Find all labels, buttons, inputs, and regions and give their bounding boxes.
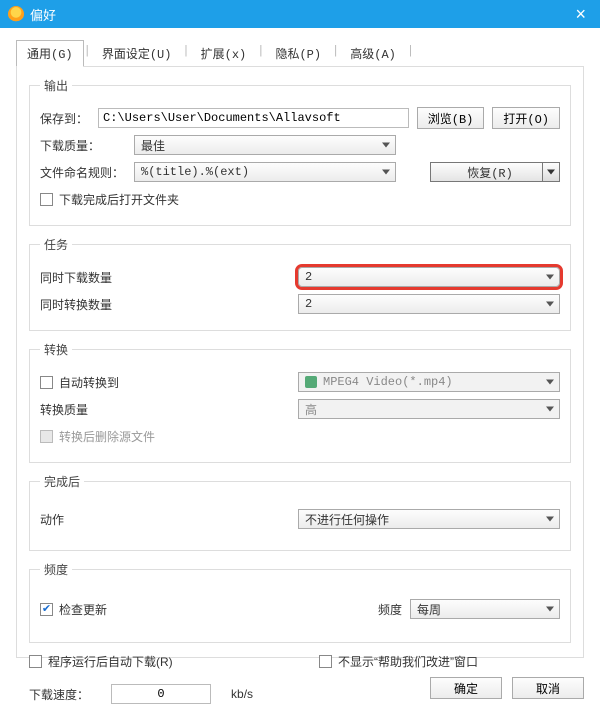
simultaneous-convert-select[interactable]: 2 xyxy=(298,294,560,314)
hide-improve-checkbox[interactable]: 不显示“帮助我们改进”窗口 xyxy=(319,653,478,670)
tab-separator: | xyxy=(407,40,414,67)
tab-ui[interactable]: 界面设定(U) xyxy=(91,40,183,67)
checkbox-box xyxy=(40,430,53,443)
group-frequency: 频度 ✔ 检查更新 频度 每周 xyxy=(29,561,571,643)
group-tasks-legend: 任务 xyxy=(40,236,72,253)
tab-separator: | xyxy=(332,40,339,67)
hide-improve-label: 不显示“帮助我们改进”窗口 xyxy=(338,653,478,670)
download-quality-select[interactable]: 最佳 xyxy=(134,135,396,155)
simultaneous-download-select[interactable]: 2 xyxy=(298,267,560,287)
checkbox-box xyxy=(40,193,53,206)
group-tasks: 任务 同时下载数量 2 同时转换数量 2 xyxy=(29,236,571,331)
save-to-label: 保存到： xyxy=(40,110,90,127)
download-speed-input[interactable] xyxy=(111,684,211,704)
auto-convert-checkbox[interactable]: 自动转换到 xyxy=(40,374,290,391)
simultaneous-convert-value: 2 xyxy=(305,297,312,311)
checkbox-box xyxy=(319,655,332,668)
frequency-select[interactable]: 每周 xyxy=(410,599,560,619)
close-button[interactable]: × xyxy=(569,5,592,23)
after-action-value: 不进行任何操作 xyxy=(305,511,389,528)
convert-format-value: MPEG4 Video(*.mp4) xyxy=(323,375,453,389)
open-button[interactable]: 打开(O) xyxy=(492,107,560,129)
auto-download-label: 程序运行后自动下载(R) xyxy=(48,653,173,670)
convert-quality-label: 转换质量 xyxy=(40,401,290,418)
convert-quality-value: 高 xyxy=(305,401,317,418)
download-quality-value: 最佳 xyxy=(141,137,165,154)
convert-quality-select[interactable]: 高 xyxy=(298,399,560,419)
tab-advanced[interactable]: 高级(A) xyxy=(339,40,407,67)
group-after-legend: 完成后 xyxy=(40,473,84,490)
download-quality-label: 下载质量： xyxy=(40,137,126,154)
tab-privacy[interactable]: 隐私(P) xyxy=(264,40,332,67)
naming-rule-label: 文件命名规则： xyxy=(40,164,126,181)
group-output: 输出 保存到： 浏览(B) 打开(O) 下载质量： 最佳 文件命名规则： %(t… xyxy=(29,77,571,226)
tab-separator: | xyxy=(84,40,91,67)
naming-rule-select[interactable]: %(title).%(ext) xyxy=(134,162,396,182)
checkbox-box xyxy=(29,655,42,668)
tab-extensions[interactable]: 扩展(x) xyxy=(190,40,258,67)
convert-format-select[interactable]: MPEG4 Video(*.mp4) xyxy=(298,372,560,392)
naming-rule-value: %(title).%(ext) xyxy=(141,165,249,179)
simultaneous-download-value: 2 xyxy=(305,270,312,284)
group-frequency-legend: 频度 xyxy=(40,561,72,578)
tab-separator: | xyxy=(257,40,264,67)
window-title: 偏好 xyxy=(30,5,569,24)
frequency-label: 频度 xyxy=(378,601,402,618)
group-convert: 转换 自动转换到 MPEG4 Video(*.mp4) 转换质量 高 转换后删除… xyxy=(29,341,571,463)
group-output-legend: 输出 xyxy=(40,77,72,94)
group-after: 完成后 动作 不进行任何操作 xyxy=(29,473,571,551)
tab-strip: 通用(G) | 界面设定(U) | 扩展(x) | 隐私(P) | 高级(A) … xyxy=(0,28,600,67)
download-speed-unit: kb/s xyxy=(231,687,253,701)
check-update-label: 检查更新 xyxy=(59,601,107,618)
video-format-icon xyxy=(305,376,317,388)
browse-button[interactable]: 浏览(B) xyxy=(417,107,485,129)
after-action-label: 动作 xyxy=(40,511,290,528)
checkbox-box: ✔ xyxy=(40,603,53,616)
save-to-input[interactable] xyxy=(98,108,409,128)
tab-general[interactable]: 通用(G) xyxy=(16,40,84,67)
restore-dropdown[interactable]: 恢复(R) xyxy=(430,162,560,182)
simultaneous-download-label: 同时下载数量 xyxy=(40,269,290,286)
after-action-select[interactable]: 不进行任何操作 xyxy=(298,509,560,529)
frequency-value: 每周 xyxy=(417,601,441,618)
group-convert-legend: 转换 xyxy=(40,341,72,358)
auto-download-checkbox[interactable]: 程序运行后自动下载(R) xyxy=(29,653,299,670)
auto-convert-label: 自动转换到 xyxy=(59,374,119,391)
checkbox-box xyxy=(40,376,53,389)
check-update-checkbox[interactable]: ✔ 检查更新 xyxy=(40,601,370,618)
open-folder-checkbox[interactable]: 下载完成后打开文件夹 xyxy=(40,191,179,208)
delete-source-label: 转换后删除源文件 xyxy=(59,428,155,445)
restore-label: 恢复(R) xyxy=(467,164,513,181)
simultaneous-convert-label: 同时转换数量 xyxy=(40,296,290,313)
open-folder-label: 下载完成后打开文件夹 xyxy=(59,191,179,208)
tab-separator: | xyxy=(182,40,189,67)
titlebar: 偏好 × xyxy=(0,0,600,28)
delete-source-checkbox: 转换后删除源文件 xyxy=(40,428,155,445)
tab-panel-general: 输出 保存到： 浏览(B) 打开(O) 下载质量： 最佳 文件命名规则： %(t… xyxy=(16,66,584,658)
chevron-down-icon xyxy=(547,170,555,175)
app-icon xyxy=(8,6,24,22)
